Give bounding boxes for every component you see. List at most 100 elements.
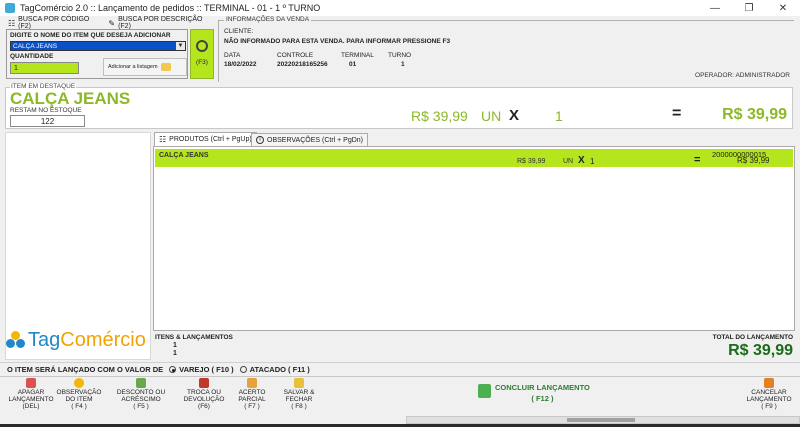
date-value: 18/02/2022 — [224, 61, 257, 68]
discount-button[interactable]: DESCONTO OU ACRÉSCIMO ( F5 ) — [110, 378, 172, 412]
barcode-icon: ☷ — [159, 135, 167, 144]
terminal-value: 01 — [349, 61, 357, 68]
price-mode-bar: O ITEM SERÁ LANÇADO COM O VALOR DE VAREJ… — [0, 362, 800, 376]
list-item-qty: 1 — [590, 157, 595, 166]
maximize-icon[interactable]: ❐ — [732, 3, 766, 14]
shift-value: 1 — [401, 61, 405, 68]
search-f3-button[interactable]: (F3) — [190, 29, 214, 79]
cancel-icon — [764, 378, 774, 388]
horizontal-scrollbar[interactable] — [406, 416, 800, 424]
conclude-label: CONCLUIR LANÇAMENTO — [495, 383, 590, 392]
list-item-total: R$ 39,99 — [737, 156, 770, 165]
cancel-key: ( F9 ) — [761, 403, 777, 410]
wholesale-radio-label: ATACADO ( F11 ) — [249, 365, 310, 374]
tab-products[interactable]: ☷ PRODUTOS (Ctrl + PgUp) — [154, 132, 257, 146]
discount-label-2: ACRÉSCIMO — [121, 396, 161, 403]
total-value: R$ 39,99 — [728, 342, 793, 359]
exchange-icon — [199, 378, 209, 388]
sale-info-group-label: INFORMAÇÕES DA VENDA — [224, 16, 312, 23]
brand-logo: Tag Comércio — [6, 329, 146, 352]
item-note-key: ( F4 ) — [71, 403, 87, 410]
date-label: DATA — [224, 52, 241, 59]
items-count: 1 — [173, 342, 177, 349]
control-label: CONTROLE — [277, 52, 314, 59]
client-label: CLIENTE: — [224, 28, 254, 35]
radio-unchecked-icon — [239, 366, 247, 373]
search-panel: DIGITE O NOME DO ITEM QUE DESEJA ADICION… — [6, 29, 188, 79]
quantity-label: QUANTIDADE — [10, 53, 54, 60]
tab-notes[interactable]: i OBSERVAÇÕES (Ctrl + PgDn) — [251, 133, 369, 146]
price-mode-label: O ITEM SERÁ LANÇADO COM O VALOR DE — [7, 365, 164, 374]
minimize-icon[interactable]: — — [698, 3, 732, 14]
shift-label: TURNO — [388, 52, 412, 59]
partial-icon — [247, 378, 257, 388]
terminal-label: TERMINAL — [341, 52, 374, 59]
hand-icon — [160, 63, 171, 71]
radio-checked-icon — [169, 366, 177, 373]
highlight-panel: ITEM EM DESTAQUE CALÇA JEANS RESTAM NO E… — [5, 83, 793, 129]
trash-icon — [26, 378, 36, 388]
list-item-price: R$ 39,99 — [517, 158, 546, 165]
info-icon: i — [256, 136, 264, 144]
conclude-button[interactable]: CONCLUIR LANÇAMENTO ( F12 ) — [478, 380, 628, 410]
logo-icon — [6, 330, 26, 351]
close-icon[interactable]: ✕ — [766, 3, 800, 14]
retail-radio-label: VAREJO ( F10 ) — [179, 365, 234, 374]
stock-label: RESTAM NO ESTOQUE — [10, 107, 82, 114]
highlight-times: X — [509, 107, 520, 124]
save-close-button[interactable]: SALVAR & FECHAR ( F8 ) — [268, 378, 330, 412]
discount-label-1: DESCONTO OU — [116, 389, 166, 396]
client-value[interactable]: NÃO INFORMADO PARA ESTA VENDA. PARA INFO… — [224, 38, 450, 45]
list-item-unit: UN — [563, 158, 574, 165]
cancel-label-2: LANÇAMENTO — [746, 396, 792, 403]
sale-info-panel: INFORMAÇÕES DA VENDA CLIENTE: NÃO INFORM… — [218, 16, 794, 82]
save-close-label-2: FECHAR — [285, 396, 313, 403]
operator-label: OPERADOR: ADMINISTRADOR — [695, 72, 790, 79]
quantity-field[interactable]: 1 — [10, 62, 79, 74]
list-item-name: CALÇA JEANS — [159, 152, 209, 159]
cancel-entry-button[interactable]: CANCELAR LANÇAMENTO ( F9 ) — [738, 378, 800, 412]
cancel-label-1: CANCELAR — [751, 389, 787, 396]
wholesale-radio[interactable]: ATACADO ( F11 ) — [239, 365, 310, 374]
highlight-equals: = — [672, 105, 682, 122]
item-note-label-1: OBSERVAÇÃO — [56, 389, 102, 396]
note-icon — [74, 378, 84, 388]
barcode-icon: ☷ — [8, 18, 16, 28]
save-close-label-1: SALVAR & — [283, 389, 315, 396]
add-to-list-button[interactable]: Adicionar a listagem — [103, 58, 187, 76]
tab-notes-label: OBSERVAÇÕES (Ctrl + PgDn) — [267, 136, 364, 144]
tab-search-code[interactable]: ☷ BUSCA POR CÓDIGO (F2) — [8, 16, 100, 30]
tab-search-desc[interactable]: ✎ BUSCA POR DESCRIÇÃO (F2) — [108, 16, 213, 30]
conclude-key: ( F12 ) — [531, 394, 554, 403]
add-to-list-label: Adicionar a listagem — [108, 64, 158, 70]
tab-search-desc-label: BUSCA POR DESCRIÇÃO (F2) — [118, 16, 203, 30]
tab-products-label: PRODUTOS (Ctrl + PgUp) — [169, 136, 252, 143]
item-note-button[interactable]: OBSERVAÇÃO DO ITEM ( F4 ) — [48, 378, 110, 412]
highlight-qty: 1 — [555, 108, 563, 124]
window-title: TagComércio 2.0 :: Lançamento de pedidos… — [20, 3, 321, 13]
magnifier-icon — [196, 40, 208, 52]
stock-value: 122 — [10, 115, 85, 127]
left-panel: Tag Comércio — [5, 132, 151, 360]
list-item[interactable]: CALÇA JEANS R$ 39,99 UN X 1 = 2000000000… — [155, 149, 793, 167]
entries-count: 1 — [173, 350, 177, 357]
highlight-price: R$ 39,99 — [411, 108, 468, 124]
highlight-total: R$ 39,99 — [722, 106, 787, 123]
list-item-times: X — [578, 155, 585, 166]
item-select[interactable]: CALÇA JEANS ▼ — [10, 41, 186, 51]
retail-radio[interactable]: VAREJO ( F10 ) — [169, 365, 234, 374]
chevron-down-icon[interactable]: ▼ — [176, 42, 185, 50]
control-value: 20220218165256 — [277, 61, 328, 68]
highlight-item-name: CALÇA JEANS — [10, 89, 131, 108]
total-label: TOTAL DO LANÇAMENTO — [712, 334, 793, 341]
save-icon — [294, 378, 304, 388]
check-doc-icon — [478, 384, 491, 398]
title-bar: TagComércio 2.0 :: Lançamento de pedidos… — [0, 0, 800, 16]
scrollbar-thumb[interactable] — [567, 418, 635, 422]
highlight-unit: UN — [481, 108, 502, 124]
list-item-equals: = — [694, 154, 701, 166]
item-note-label-2: DO ITEM — [65, 396, 93, 403]
search-prompt: DIGITE O NOME DO ITEM QUE DESEJA ADICION… — [10, 32, 171, 39]
save-close-key: ( F8 ) — [291, 403, 307, 410]
logo-text-tag: Tag — [28, 329, 61, 351]
